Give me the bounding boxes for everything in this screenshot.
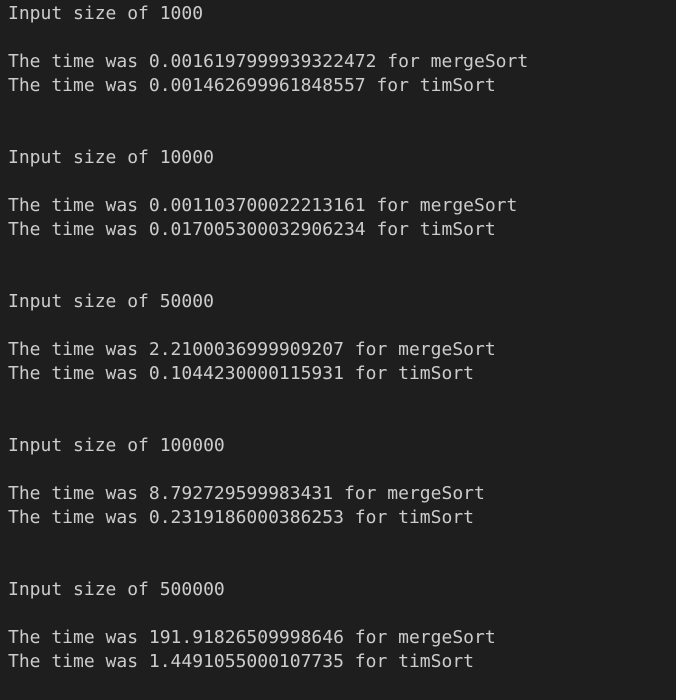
timsort-time-line: The time was 1.4491055000107735 for timS… (8, 651, 474, 672)
timsort-time-line: The time was 0.017005300032906234 for ti… (8, 219, 496, 240)
timsort-time-line: The time was 0.1044230000115931 for timS… (8, 363, 474, 384)
input-size-line: Input size of 500000 (8, 579, 225, 600)
input-size-line: Input size of 100000 (8, 435, 225, 456)
input-size-line: Input size of 50000 (8, 291, 214, 312)
mergesort-time-line: The time was 0.001103700022213161 for me… (8, 195, 518, 216)
input-size-line: Input size of 10000 (8, 147, 214, 168)
mergesort-time-line: The time was 8.792729599983431 for merge… (8, 483, 485, 504)
mergesort-time-line: The time was 191.91826509998646 for merg… (8, 627, 496, 648)
timsort-time-line: The time was 0.001462699961848557 for ti… (8, 75, 496, 96)
mergesort-time-line: The time was 2.2100036999909207 for merg… (8, 339, 496, 360)
input-size-line: Input size of 1000 (8, 3, 204, 24)
mergesort-time-line: The time was 0.0016197999939322472 for m… (8, 51, 529, 72)
timsort-time-line: The time was 0.2319186000386253 for timS… (8, 507, 474, 528)
terminal-output[interactable]: Input size of 1000 The time was 0.001619… (0, 0, 676, 700)
